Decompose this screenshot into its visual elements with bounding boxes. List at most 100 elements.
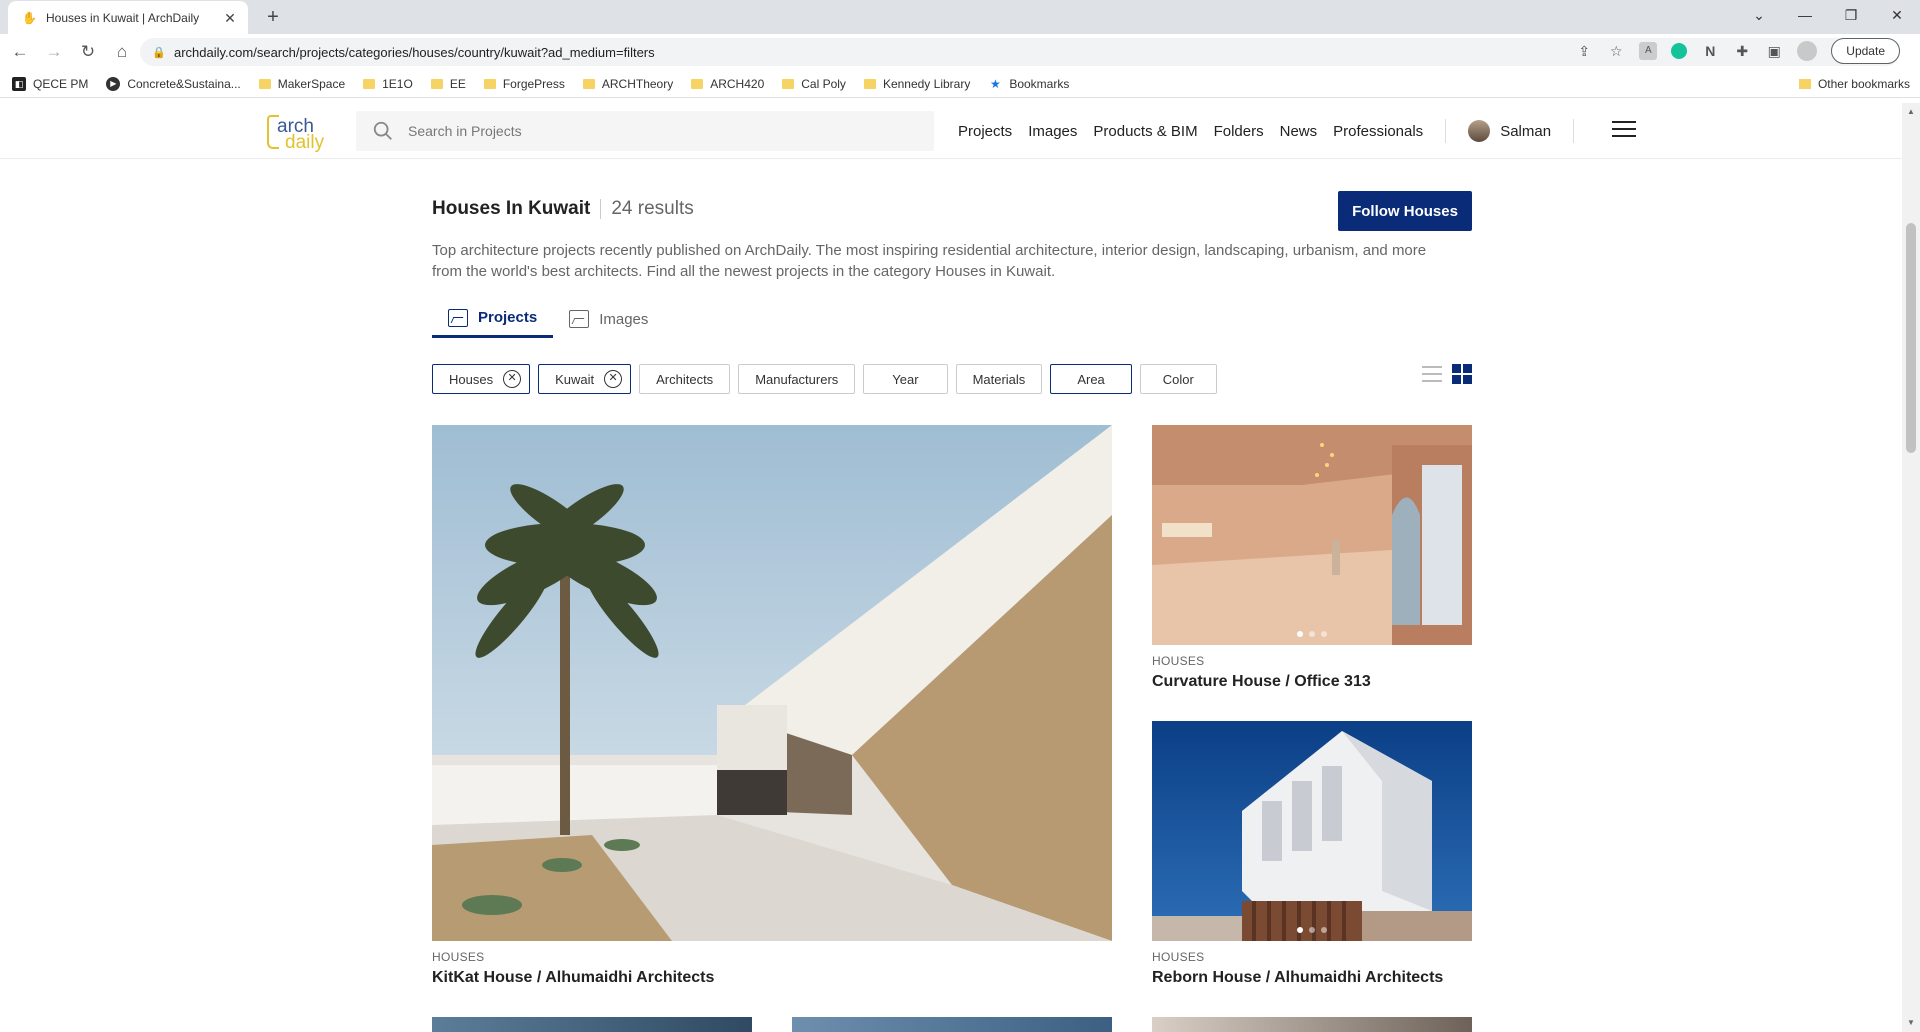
project-image-curvature-house[interactable]: [1152, 425, 1472, 645]
grammarly-extension-icon[interactable]: [1671, 43, 1688, 59]
window-controls: ⌄ — ❐ ✕: [1736, 0, 1920, 30]
title-separator: [600, 199, 602, 219]
bookmark-label: Other bookmarks: [1817, 77, 1910, 91]
share-icon[interactable]: ⇪: [1575, 42, 1593, 60]
folder-icon: [1798, 79, 1811, 89]
browser-tab-title: Houses in Kuwait | ArchDaily: [46, 10, 200, 25]
remove-filter-icon[interactable]: ✕: [604, 370, 623, 388]
filter-materials[interactable]: Materials: [955, 364, 1043, 394]
minimize-button[interactable]: —: [1782, 7, 1828, 23]
project-image-partial[interactable]: [432, 1017, 752, 1032]
filter-chip-houses[interactable]: Houses ✕: [432, 364, 531, 394]
user-menu[interactable]: Salman: [1468, 120, 1551, 142]
grid-view-icon[interactable]: [1452, 364, 1472, 384]
profile-avatar-icon[interactable]: [1797, 41, 1818, 61]
bookmark-label: ARCH420: [710, 76, 765, 91]
bookmark-item[interactable]: ▶ Concrete&Sustaina...: [106, 76, 241, 91]
browser-tab[interactable]: ✋ Houses in Kuwait | ArchDaily ✕: [8, 1, 248, 34]
project-title[interactable]: Curvature House / Office 313: [1152, 673, 1371, 691]
page-scrollbar[interactable]: ▲ ▼: [1902, 103, 1920, 1032]
carousel-dots[interactable]: [1297, 927, 1327, 933]
scroll-up-arrow-icon[interactable]: ▲: [1906, 107, 1916, 117]
extension-a-icon[interactable]: A: [1639, 42, 1658, 60]
remove-filter-icon[interactable]: ✕: [503, 370, 522, 388]
hamburger-menu-icon[interactable]: [1612, 121, 1636, 139]
view-toggle: [1422, 364, 1472, 384]
restore-button[interactable]: ❐: [1828, 7, 1874, 24]
bookmark-label: MakerSpace: [277, 76, 346, 91]
search-placeholder: Search in Projects: [408, 123, 522, 139]
side-panel-icon[interactable]: ▣: [1765, 42, 1783, 60]
close-tab-icon[interactable]: ✕: [222, 10, 238, 26]
bookmarks-bar: ◧ QECE PM ▶ Concrete&Sustaina... MakerSpac…: [0, 70, 1920, 98]
folder-icon: [691, 78, 704, 89]
back-button[interactable]: ←: [6, 38, 34, 66]
project-image-reborn-house[interactable]: [1152, 721, 1472, 941]
filter-color[interactable]: Color: [1139, 364, 1217, 394]
nav-news[interactable]: News: [1280, 123, 1318, 140]
scroll-down-arrow-icon[interactable]: ▼: [1906, 1018, 1916, 1028]
forward-button[interactable]: →: [40, 38, 68, 66]
filter-chip-kuwait[interactable]: Kuwait ✕: [538, 364, 632, 394]
follow-houses-button[interactable]: Follow Houses: [1338, 191, 1472, 231]
bookmark-item[interactable]: ◧ QECE PM: [12, 76, 89, 91]
bookmark-folder[interactable]: MakerSpace: [258, 76, 346, 91]
tab-label: Images: [599, 310, 649, 328]
bookmark-label: EE: [449, 76, 466, 91]
update-button[interactable]: Update: [1831, 38, 1900, 64]
nav-products-bim[interactable]: Products & BIM: [1093, 123, 1197, 140]
home-button[interactable]: ⌂: [108, 38, 136, 66]
chip-label: Houses: [449, 371, 494, 387]
main-nav: Projects Images Products & BIM Folders N…: [958, 103, 1596, 159]
bookmark-folder[interactable]: Kennedy Library: [863, 77, 970, 91]
bookmark-folder[interactable]: Cal Poly: [782, 77, 846, 91]
url-text: archdaily.com/search/projects/categories…: [174, 44, 655, 60]
tab-images[interactable]: Images: [553, 300, 664, 338]
filter-manufacturers[interactable]: Manufacturers: [738, 364, 856, 394]
bookmark-folder[interactable]: 1E1O: [363, 77, 413, 91]
nav-professionals[interactable]: Professionals: [1333, 123, 1423, 140]
scrollbar-thumb[interactable]: [1906, 223, 1916, 453]
project-image-kitkat-house[interactable]: [432, 425, 1112, 941]
tab-search-icon[interactable]: ⌄: [1736, 7, 1782, 24]
carousel-dots[interactable]: [1297, 631, 1327, 637]
bookmark-folder[interactable]: EE: [430, 76, 466, 91]
project-image-partial[interactable]: [792, 1017, 1112, 1032]
new-tab-button[interactable]: +: [260, 4, 286, 30]
nav-folders[interactable]: Folders: [1214, 123, 1264, 140]
bookmark-folder[interactable]: ForgePress: [483, 77, 565, 91]
logo-text-daily: daily: [285, 132, 325, 153]
avatar: [1468, 120, 1491, 142]
filter-architects[interactable]: Architects: [639, 364, 731, 394]
qece-icon: ◧: [12, 76, 26, 91]
extensions-puzzle-icon[interactable]: ✚: [1733, 42, 1751, 60]
project-image-partial[interactable]: [1152, 1017, 1472, 1032]
project-photo: [432, 425, 1112, 941]
other-bookmarks[interactable]: Other bookmarks: [1798, 70, 1910, 98]
site-search-input[interactable]: Search in Projects: [356, 111, 934, 151]
nav-images[interactable]: Images: [1028, 123, 1077, 140]
nav-divider: [1573, 119, 1575, 143]
folder-icon: [483, 78, 496, 89]
project-title[interactable]: KitKat House / Alhumaidhi Architects: [432, 969, 714, 987]
filter-year[interactable]: Year: [863, 364, 948, 394]
close-window-button[interactable]: ✕: [1874, 7, 1920, 24]
folder-icon: [782, 78, 795, 89]
notion-extension-icon[interactable]: N: [1701, 42, 1719, 60]
bookmark-folder[interactable]: ARCHTheory: [582, 77, 673, 91]
page-title: Houses In Kuwait: [432, 198, 591, 219]
folder-icon: [363, 78, 376, 89]
bookmark-folder[interactable]: ARCH420: [691, 77, 764, 91]
project-title[interactable]: Reborn House / Alhumaidhi Architects: [1152, 969, 1443, 987]
filter-area[interactable]: Area: [1050, 364, 1132, 394]
list-view-icon[interactable]: [1422, 366, 1442, 382]
archdaily-logo[interactable]: arch daily: [265, 111, 335, 153]
tab-projects[interactable]: Projects: [432, 300, 554, 338]
bookmark-label: QECE PM: [33, 76, 89, 91]
folder-icon: [582, 78, 595, 89]
bookmark-item[interactable]: ★ Bookmarks: [988, 77, 1069, 91]
bookmark-star-icon[interactable]: ☆: [1607, 42, 1625, 60]
nav-projects[interactable]: Projects: [958, 123, 1012, 140]
lock-icon[interactable]: 🔒: [152, 46, 166, 59]
reload-button[interactable]: ↻: [74, 38, 102, 66]
